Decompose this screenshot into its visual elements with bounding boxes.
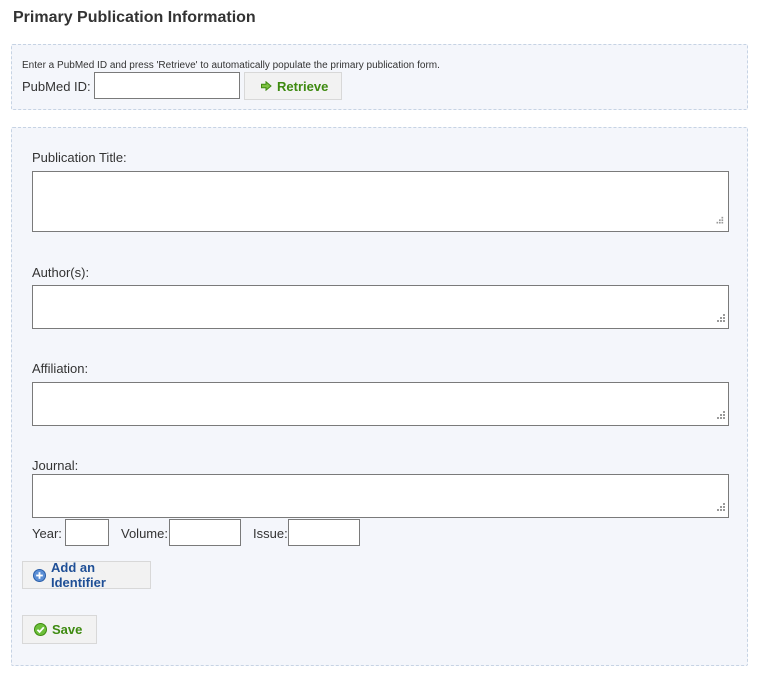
authors-label: Author(s): [32,265,90,280]
issue-label: Issue: [253,526,288,541]
volume-input[interactable] [169,519,241,546]
resize-grip-icon[interactable] [714,410,726,422]
volume-label: Volume: [121,526,168,541]
retrieve-button[interactable]: Retrieve [244,72,342,100]
add-identifier-button[interactable]: Add an Identifier [22,560,151,590]
journal-label: Journal: [32,458,79,473]
retrieve-button-label: Retrieve [277,78,329,94]
plus-circle-icon [33,568,46,582]
year-label: Year: [32,526,62,541]
publication-title-input[interactable] [32,171,729,232]
resize-grip-icon[interactable] [714,502,726,514]
pubmed-instructions: Enter a PubMed ID and press 'Retrieve' t… [22,60,440,71]
affiliation-input[interactable] [32,382,729,426]
pubmed-id-input[interactable] [94,72,240,99]
resize-grip-icon[interactable] [714,313,726,325]
save-button[interactable]: Save [22,615,97,644]
journal-input[interactable] [32,474,729,518]
publication-title-label: Publication Title: [32,150,127,165]
page-title: Primary Publication Information [13,9,256,26]
resize-grip-icon[interactable] [714,216,724,226]
arrow-right-icon [261,81,272,91]
save-label: Save [52,622,83,637]
authors-input[interactable] [32,285,729,329]
affiliation-label: Affiliation: [32,361,89,376]
check-circle-icon [34,623,47,636]
pubmed-id-label: PubMed ID: [22,79,91,94]
issue-input[interactable] [288,519,360,546]
year-input[interactable] [65,519,109,546]
add-identifier-label: Add an Identifier [51,560,106,590]
